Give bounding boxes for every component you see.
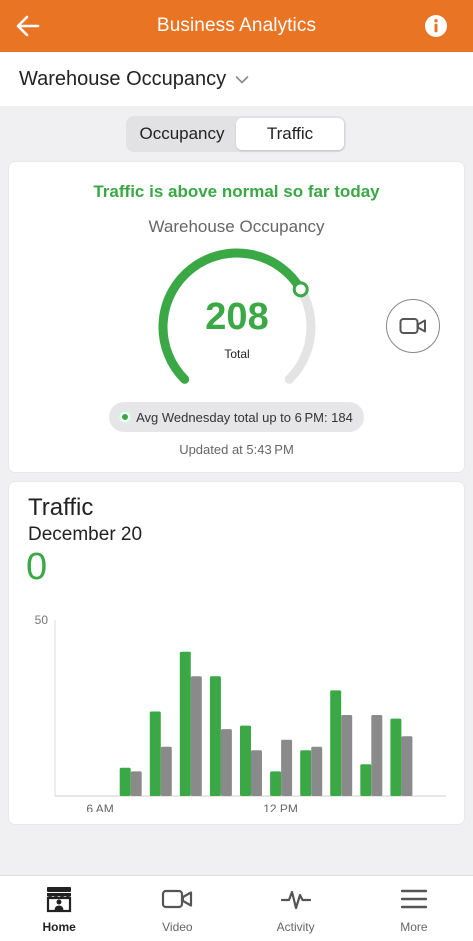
nav-video[interactable]: Video xyxy=(118,876,236,941)
bar-average[interactable] xyxy=(371,715,383,796)
bar-today[interactable] xyxy=(149,711,161,797)
occupancy-total-value: 208 xyxy=(205,296,269,338)
occupancy-card: Traffic is above normal so far today War… xyxy=(9,162,464,472)
bar-today[interactable] xyxy=(390,718,402,796)
bar-average[interactable] xyxy=(220,729,232,796)
bar-average[interactable] xyxy=(130,771,142,796)
bar-average[interactable] xyxy=(160,746,172,796)
view-segmented-control: Occupancy Traffic xyxy=(126,116,346,152)
tab-traffic[interactable]: Traffic xyxy=(236,118,344,150)
x-tick-label: 12 PM xyxy=(263,802,298,812)
nav-more-label: More xyxy=(400,920,428,934)
average-comparison-badge: Avg Wednesday total up to 6 PM: 184 xyxy=(109,402,364,432)
app-header: Business Analytics xyxy=(0,0,473,52)
y-tick-label: 50 xyxy=(35,613,49,627)
video-camera-icon xyxy=(162,889,193,909)
bar-average[interactable] xyxy=(190,676,202,796)
bar-average[interactable] xyxy=(281,739,293,796)
nav-video-label: Video xyxy=(162,920,193,934)
bottom-nav: Home Video Activity More xyxy=(0,875,473,941)
status-message: Traffic is above normal so far today xyxy=(93,182,380,201)
gauge-marker xyxy=(292,281,309,298)
bar-today[interactable] xyxy=(360,764,372,796)
average-comparison-text: Avg Wednesday total up to 6 PM: 184 xyxy=(136,409,353,425)
location-selector[interactable]: Warehouse Occupancy xyxy=(0,52,473,106)
occupancy-total-label: Total xyxy=(224,347,250,361)
location-selector-label: Warehouse Occupancy xyxy=(19,67,227,90)
bar-today[interactable] xyxy=(119,767,131,796)
traffic-count: 0 xyxy=(26,546,48,588)
bar-average[interactable] xyxy=(311,746,323,796)
nav-home[interactable]: Home xyxy=(0,876,118,941)
traffic-bar-chart: 50 6 AM 12 PM xyxy=(35,613,446,812)
chevron-down-icon xyxy=(235,76,249,84)
bar-today[interactable] xyxy=(270,771,282,796)
traffic-date: December 20 xyxy=(28,524,143,545)
video-camera-icon xyxy=(399,318,426,334)
nav-activity[interactable]: Activity xyxy=(237,876,355,941)
nav-home-label: Home xyxy=(42,920,76,934)
bar-today[interactable] xyxy=(179,651,191,796)
arrow-left-icon[interactable] xyxy=(14,12,42,40)
bar-average[interactable] xyxy=(251,750,262,796)
bar-average[interactable] xyxy=(341,715,353,796)
activity-pulse-icon xyxy=(280,890,311,910)
nav-more[interactable]: More xyxy=(355,876,473,941)
storefront-icon xyxy=(47,887,72,913)
tab-occupancy[interactable]: Occupancy xyxy=(128,118,236,150)
bar-today[interactable] xyxy=(330,690,342,796)
bar-average[interactable] xyxy=(401,736,413,796)
x-tick-label: 6 AM xyxy=(86,802,113,812)
hamburger-menu-icon xyxy=(400,889,428,909)
bar-today[interactable] xyxy=(209,676,221,796)
info-icon[interactable] xyxy=(424,14,448,38)
traffic-card: Traffic December 20 0 50 6 AM 12 PM xyxy=(9,482,464,824)
page-title: Business Analytics xyxy=(156,15,317,36)
bar-today[interactable] xyxy=(240,725,251,796)
updated-timestamp: Updated at 5:43 PM xyxy=(179,442,294,457)
traffic-title: Traffic xyxy=(28,494,94,521)
status-dot-icon xyxy=(120,412,131,422)
nav-activity-label: Activity xyxy=(276,920,315,934)
gauge-title: Warehouse Occupancy xyxy=(148,217,325,236)
bar-today[interactable] xyxy=(300,750,312,796)
live-video-button[interactable] xyxy=(386,299,440,353)
